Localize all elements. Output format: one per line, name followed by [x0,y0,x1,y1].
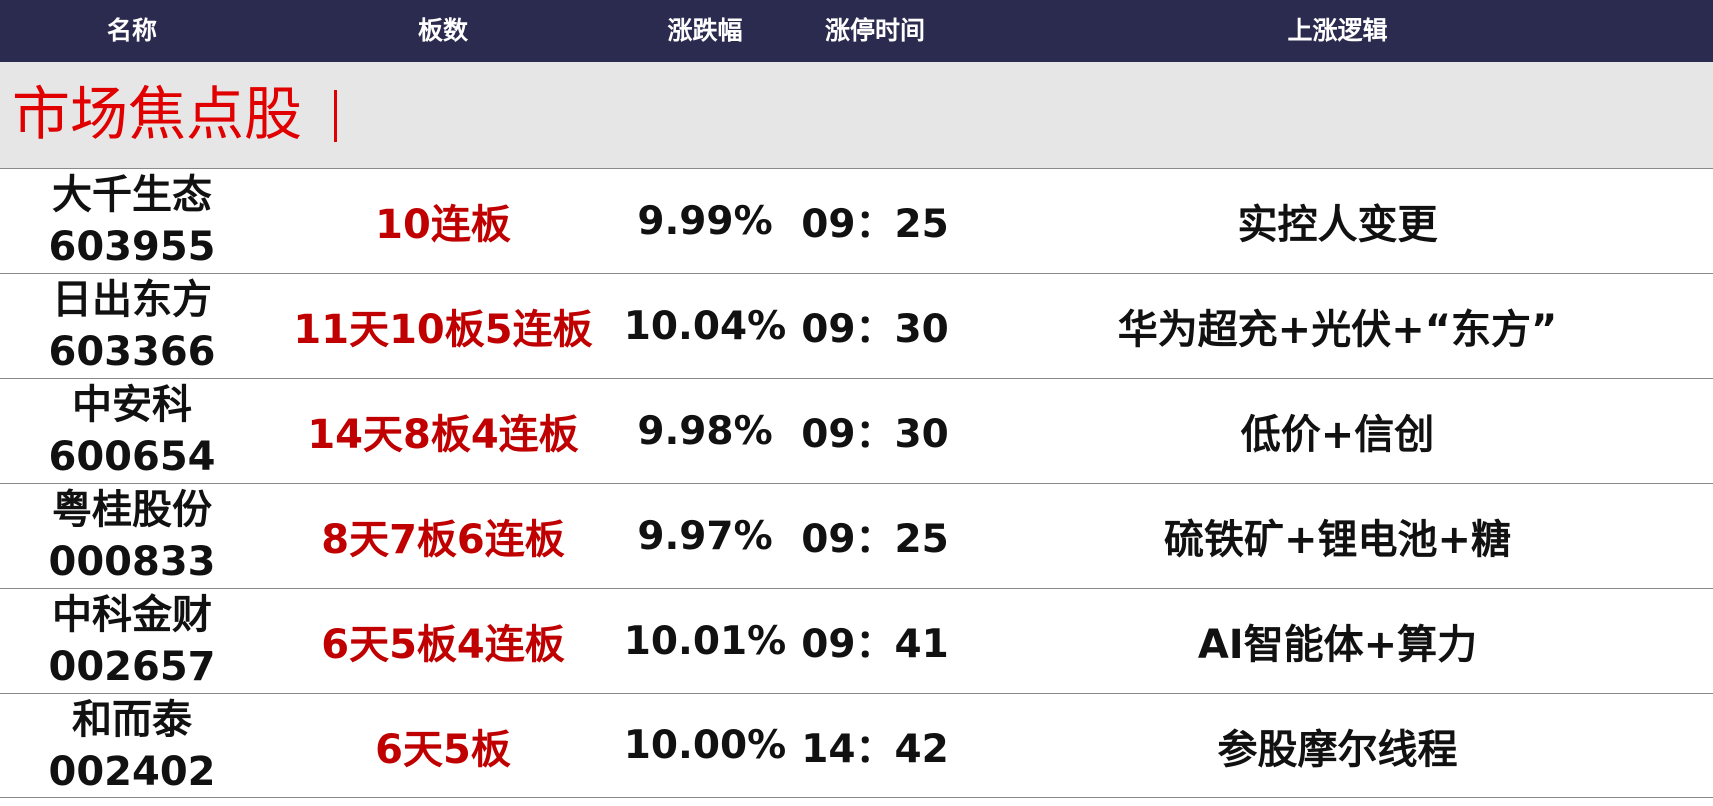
table-row: 日出东方 603366 11天10板5连板 10.04% 09：30 华为超充+… [0,274,1713,379]
header-change: 涨跌幅 [667,16,743,45]
limit-up-time: 09：30 [801,412,949,457]
stock-code: 002657 [48,644,216,690]
rise-logic: 华为超充+光伏+“东方” [1117,307,1558,353]
boards-count: 6天5板4连板 [321,622,565,668]
section-title: 市场焦点股 [12,80,303,148]
limit-up-time: 09：25 [801,202,949,247]
rise-logic: 硫铁矿+锂电池+糖 [1163,517,1512,563]
rise-logic: 低价+信创 [1240,412,1435,458]
header-name: 名称 [106,16,157,45]
table-row: 大千生态 603955 10连板 9.99% 09：25 实控人变更 [0,169,1713,274]
table-body: 大千生态 603955 10连板 9.99% 09：25 实控人变更 日出东方 … [0,169,1713,798]
header-limit-time: 涨停时间 [824,16,925,45]
rise-logic: AI智能体+算力 [1197,622,1478,668]
change-pct: 9.98% [637,408,773,454]
stock-name: 中科金财 [52,592,212,638]
boards-count: 11天10板5连板 [293,307,593,353]
limit-up-time: 14：42 [801,726,949,772]
limit-up-board: 名称 板数 涨跌幅 涨停时间 上涨逻辑 市场焦点股 大千生态 603955 10… [0,0,1713,806]
table-row: 中安科 600654 14天8板4连板 9.98% 09：30 低价+信创 [0,379,1713,484]
section-banner: 市场焦点股 [0,62,1713,169]
stock-cell: 和而泰 002402 [0,694,264,797]
stock-cell: 中科金财 002657 [0,589,264,693]
stock-cell: 日出东方 603366 [0,274,264,378]
change-pct: 10.01% [623,618,787,664]
table-header: 名称 板数 涨跌幅 涨停时间 上涨逻辑 [0,0,1713,62]
stock-cell: 中安科 600654 [0,379,264,483]
table-row: 中科金财 002657 6天5板4连板 10.01% 09：41 AI智能体+算… [0,589,1713,694]
rise-logic: 实控人变更 [1237,202,1438,248]
stock-name: 和而泰 [72,696,192,743]
change-pct: 10.00% [623,723,787,768]
stock-cell: 大千生态 603955 [0,169,264,273]
rise-logic: 参股摩尔线程 [1217,726,1458,773]
limit-up-time: 09：30 [801,307,949,352]
change-pct: 10.04% [623,303,787,349]
boards-count: 8天7板6连板 [321,517,565,563]
stock-name: 粤桂股份 [52,487,212,533]
stock-name: 日出东方 [52,277,212,323]
boards-count: 14天8板4连板 [307,412,579,458]
change-pct: 9.97% [637,513,773,559]
stock-name: 中安科 [72,382,192,428]
stock-code: 000833 [48,539,216,585]
limit-up-time: 09：41 [801,622,949,667]
boards-count: 6天5板 [375,726,511,773]
stock-code: 603366 [48,329,216,375]
change-pct: 9.99% [637,198,773,244]
stock-cell: 粤桂股份 000833 [0,484,264,588]
stock-code: 600654 [48,434,216,480]
section-divider [334,90,337,142]
table-row: 和而泰 002402 6天5板 10.00% 14：42 参股摩尔线程 [0,694,1713,798]
table-row: 粤桂股份 000833 8天7板6连板 9.97% 09：25 硫铁矿+锂电池+… [0,484,1713,589]
limit-up-time: 09：25 [801,517,949,562]
stock-code: 002402 [48,748,216,795]
stock-name: 大千生态 [52,172,212,218]
boards-count: 10连板 [375,202,511,248]
stock-code: 603955 [48,224,216,270]
header-boards: 板数 [417,16,468,45]
header-logic: 上涨逻辑 [1287,16,1388,45]
